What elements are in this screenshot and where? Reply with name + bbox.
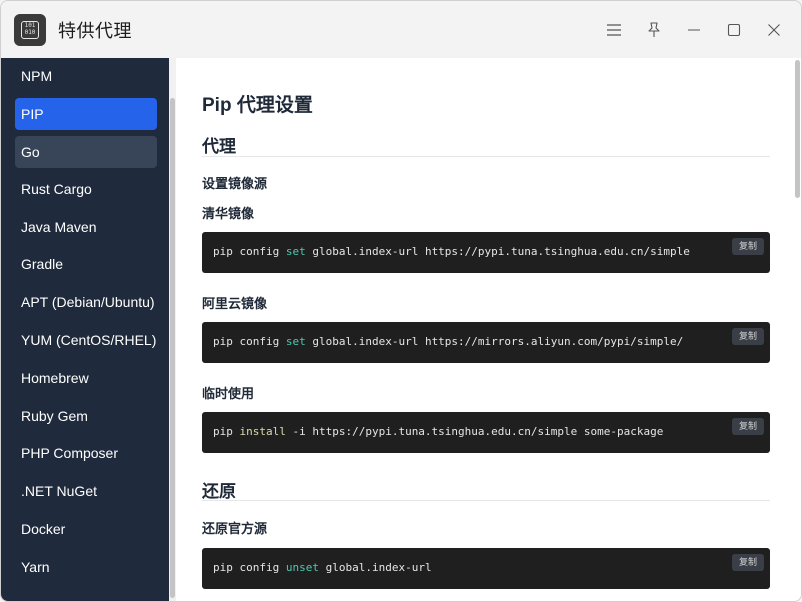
section-divider — [202, 500, 770, 501]
section-title-proxy: 代理 — [202, 137, 236, 156]
minimize-button[interactable] — [679, 15, 709, 45]
code-block-restore: pip config unset global.index-url 复制 — [202, 548, 770, 589]
window-title: 特供代理 — [58, 21, 132, 41]
copy-button[interactable]: 复制 — [732, 238, 764, 255]
sidebar-item-yarn[interactable]: Yarn — [15, 551, 157, 583]
menu-button[interactable] — [599, 15, 629, 45]
code-block-aliyun: pip config set global.index-url https://… — [202, 322, 770, 363]
block-label-aliyun: 阿里云镜像 — [202, 296, 268, 311]
sidebar-item-go[interactable]: Go — [15, 136, 157, 168]
code-text: pip config unset global.index-url — [213, 561, 432, 574]
content-scrollbar-thumb[interactable] — [795, 60, 800, 198]
title-bar: 101 010 特供代理 — [1, 1, 801, 58]
page-title: Pip 代理设置 — [202, 95, 313, 116]
menu-icon — [607, 24, 621, 36]
sidebar-item-gradle[interactable]: Gradle — [15, 248, 157, 280]
sidebar-item-docker[interactable]: Docker — [15, 513, 157, 545]
sidebar-item-npm[interactable]: NPM — [15, 60, 157, 92]
section-divider — [202, 156, 770, 157]
code-block-temporary: pip install -i https://pypi.tuna.tsinghu… — [202, 412, 770, 453]
block-label-temporary: 临时使用 — [202, 386, 255, 401]
pin-button[interactable] — [639, 15, 669, 45]
section-title-restore: 还原 — [202, 482, 236, 501]
copy-button[interactable]: 复制 — [732, 554, 764, 571]
sidebar-item-pip[interactable]: PIP — [15, 98, 157, 130]
sidebar-item-rust-cargo[interactable]: Rust Cargo — [15, 173, 157, 205]
code-text: pip install -i https://pypi.tuna.tsinghu… — [213, 425, 664, 438]
code-text: pip config set global.index-url https://… — [213, 335, 684, 348]
app-logo-icon: 101 010 — [14, 14, 46, 46]
maximize-icon — [727, 23, 741, 37]
sidebar-item-ruby-gem[interactable]: Ruby Gem — [15, 400, 157, 432]
copy-button[interactable]: 复制 — [732, 328, 764, 345]
minimize-icon — [688, 29, 700, 31]
main-content: Pip 代理设置 代理 设置镜像源 清华镜像 pip config set gl… — [176, 58, 794, 601]
pin-icon — [648, 22, 660, 37]
sidebar: NPM PIP Go Rust Cargo Java Maven Gradle … — [1, 58, 169, 601]
sidebar-item-homebrew[interactable]: Homebrew — [15, 362, 157, 394]
app-window: 101 010 特供代理 NPM PIP Go Rust Cargo Java … — [0, 0, 802, 602]
sidebar-item-apt[interactable]: APT (Debian/Ubuntu) — [15, 286, 157, 318]
block-label-restore: 还原官方源 — [202, 521, 268, 536]
binary-icon: 101 010 — [21, 21, 39, 39]
sidebar-scrollbar-thumb[interactable] — [170, 98, 175, 598]
sidebar-item-yum[interactable]: YUM (CentOS/RHEL) — [15, 324, 157, 356]
code-text: pip config set global.index-url https://… — [213, 245, 690, 258]
sidebar-item-php-composer[interactable]: PHP Composer — [15, 437, 157, 469]
maximize-button[interactable] — [719, 15, 749, 45]
close-icon — [768, 24, 780, 36]
code-block-tsinghua: pip config set global.index-url https://… — [202, 232, 770, 273]
sidebar-scrollbar[interactable] — [169, 58, 176, 601]
content-scrollbar[interactable] — [794, 58, 801, 601]
block-label-tsinghua: 清华镜像 — [202, 206, 255, 221]
sidebar-item-java-maven[interactable]: Java Maven — [15, 211, 157, 243]
subsection-title: 设置镜像源 — [202, 176, 268, 191]
sidebar-item-dotnet-nuget[interactable]: .NET NuGet — [15, 475, 157, 507]
close-button[interactable] — [759, 15, 789, 45]
copy-button[interactable]: 复制 — [732, 418, 764, 435]
